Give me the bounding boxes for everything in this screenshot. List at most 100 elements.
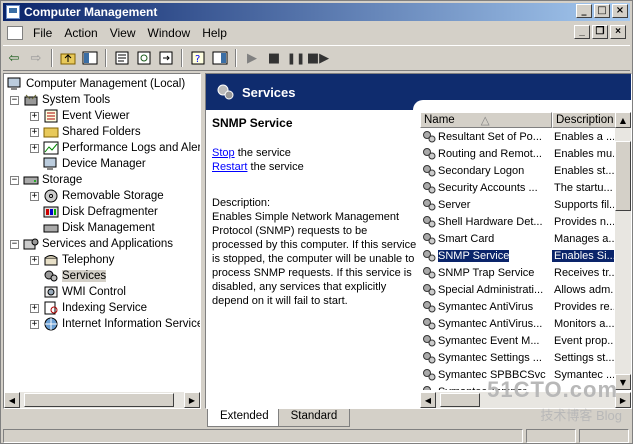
stop-service-icon[interactable]: ■	[263, 48, 285, 68]
table-row[interactable]: SNMP Service Enables Si...	[420, 247, 631, 264]
table-row[interactable]: Security Accounts ... The startu...	[420, 179, 631, 196]
expand-icon[interactable]: +	[30, 143, 39, 153]
tree-item-disk-management[interactable]: Disk Management	[43, 220, 155, 236]
tree-item-wmi-control[interactable]: WMI Control	[43, 284, 126, 300]
scroll-left-icon[interactable]: ◀	[420, 392, 436, 408]
collapse-icon[interactable]: −	[10, 239, 19, 249]
table-row[interactable]: Symantec Settings ... Settings st...	[420, 349, 631, 366]
expand-icon[interactable]: +	[30, 255, 39, 265]
stop-service-link[interactable]: Stop	[212, 147, 235, 159]
export-list-icon[interactable]	[155, 48, 177, 68]
tree-label: System Tools	[42, 94, 111, 106]
indexing-service-icon	[44, 301, 58, 315]
properties-icon[interactable]	[111, 48, 133, 68]
child-close-button[interactable]: ×	[610, 25, 626, 39]
start-service-icon[interactable]: ▶	[241, 48, 263, 68]
help-icon[interactable]: ?	[187, 48, 209, 68]
service-name-cell: Symantec Event M...	[420, 334, 552, 348]
table-row[interactable]: Server Supports fil...	[420, 196, 631, 213]
back-arrow-icon[interactable]: ⇦	[3, 48, 25, 68]
close-button[interactable]: ×	[612, 4, 628, 18]
menu-action[interactable]: Action	[58, 26, 103, 40]
table-row[interactable]: Secondary Logon Enables st...	[420, 162, 631, 179]
service-description: Provides n...	[554, 215, 614, 228]
status-panel-main	[3, 429, 523, 443]
menu-view[interactable]: View	[104, 26, 142, 40]
tab-standard[interactable]: Standard	[277, 409, 351, 427]
collapse-icon[interactable]: −	[10, 95, 19, 105]
tab-extended[interactable]: Extended	[207, 409, 282, 427]
tree-item-disk-defragmenter[interactable]: Disk Defragmenter	[43, 204, 158, 220]
restart-service-icon[interactable]: ■▶	[307, 48, 329, 68]
scroll-left-icon[interactable]: ◀	[4, 392, 20, 408]
service-description: Settings st...	[554, 351, 614, 364]
sort-ascending-icon: △	[480, 115, 490, 127]
collapse-icon[interactable]: −	[10, 175, 19, 185]
tree-item-telephony[interactable]: + Telephony	[30, 252, 114, 268]
scroll-right-icon[interactable]: ▶	[184, 392, 200, 408]
tree-horizontal-scrollbar[interactable]: ◀ ▶	[4, 392, 200, 408]
expand-icon[interactable]: +	[30, 127, 39, 137]
column-header-description[interactable]: Description	[552, 112, 617, 128]
list-vertical-scrollbar[interactable]: ▲ ▼	[615, 112, 631, 390]
expand-icon[interactable]: +	[30, 191, 39, 201]
table-row[interactable]: SNMP Trap Service Receives tr...	[420, 264, 631, 281]
pause-service-icon[interactable]: ❚❚	[285, 48, 307, 68]
menu-file[interactable]: File	[27, 26, 58, 40]
expand-icon[interactable]: +	[30, 111, 39, 121]
child-minimize-button[interactable]: _	[574, 25, 590, 39]
table-row[interactable]: Symantec AntiVirus Provides re...	[420, 298, 631, 315]
tree-item-iis[interactable]: + Internet Information Services	[30, 316, 200, 332]
tree-item-device-manager[interactable]: Device Manager	[43, 156, 146, 172]
tree-item-storage[interactable]: − Storage	[10, 172, 82, 188]
scroll-thumb[interactable]	[24, 393, 174, 407]
maximize-button[interactable]: □	[594, 4, 610, 18]
tree-item-event-viewer[interactable]: + Event Viewer	[30, 108, 130, 124]
tree-item-performance-logs[interactable]: + Performance Logs and Alerts	[30, 140, 200, 156]
scroll-thumb[interactable]	[615, 141, 631, 211]
table-row[interactable]: Resultant Set of Po... Enables a ...	[420, 128, 631, 145]
watermark-tagline: 技术博客 Blog	[540, 408, 622, 423]
action-pane-icon[interactable]	[209, 48, 231, 68]
scroll-thumb[interactable]	[440, 393, 480, 407]
service-description: Enables st...	[554, 164, 614, 177]
table-row[interactable]: Symantec Event M... Event prop...	[420, 332, 631, 349]
table-row[interactable]: Smart Card Manages a...	[420, 230, 631, 247]
child-restore-button[interactable]: ❐	[592, 25, 608, 39]
minimize-button[interactable]: _	[576, 4, 592, 18]
service-description-panel: SNMP Service Stop the service Restart th…	[212, 116, 418, 308]
description-label: Description:	[212, 197, 271, 209]
expand-icon[interactable]: +	[30, 319, 39, 329]
scroll-up-icon[interactable]: ▲	[615, 112, 631, 128]
menu-window[interactable]: Window	[142, 26, 197, 40]
table-row[interactable]: Routing and Remot... Enables mu...	[420, 145, 631, 162]
service-name-cell: Routing and Remot...	[420, 147, 552, 161]
window-title: Computer Management	[24, 5, 158, 19]
up-folder-icon[interactable]	[57, 48, 79, 68]
column-header-name[interactable]: Name △	[420, 112, 552, 128]
tree-item-indexing-service[interactable]: + Indexing Service	[30, 300, 147, 316]
tree-item-services-and-applications[interactable]: − Services and Applications	[10, 236, 173, 252]
table-row[interactable]: Symantec AntiVirus... Monitors a...	[420, 315, 631, 332]
menu-help[interactable]: Help	[196, 26, 233, 40]
refresh-icon[interactable]	[133, 48, 155, 68]
show-hide-tree-icon[interactable]	[79, 48, 101, 68]
services-gear-icon	[217, 84, 234, 100]
title-bar[interactable]: Computer Management _ □ ×	[3, 3, 630, 21]
forward-arrow-icon[interactable]: ⇨	[25, 48, 47, 68]
tree-item-services[interactable]: Services	[43, 268, 107, 284]
expand-icon[interactable]: +	[30, 303, 39, 313]
tree-label: Shared Folders	[62, 126, 141, 138]
service-name-cell: Symantec AntiVirus	[420, 300, 552, 314]
restart-service-link[interactable]: Restart	[212, 161, 247, 173]
tree-item-system-tools[interactable]: − System Tools	[10, 92, 110, 108]
mmc-document-icon[interactable]	[7, 26, 23, 40]
tree-item-shared-folders[interactable]: + Shared Folders	[30, 124, 141, 140]
tree-item-removable-storage[interactable]: + Removable Storage	[30, 188, 164, 204]
table-row[interactable]: Shell Hardware Det... Provides n...	[420, 213, 631, 230]
service-description: Supports fil...	[554, 198, 614, 211]
tree-root[interactable]: Computer Management (Local)	[7, 76, 185, 92]
disk-defragmenter-icon	[43, 206, 59, 218]
service-name: Security Accounts ...	[438, 181, 538, 194]
table-row[interactable]: Special Administrati... Allows adm...	[420, 281, 631, 298]
